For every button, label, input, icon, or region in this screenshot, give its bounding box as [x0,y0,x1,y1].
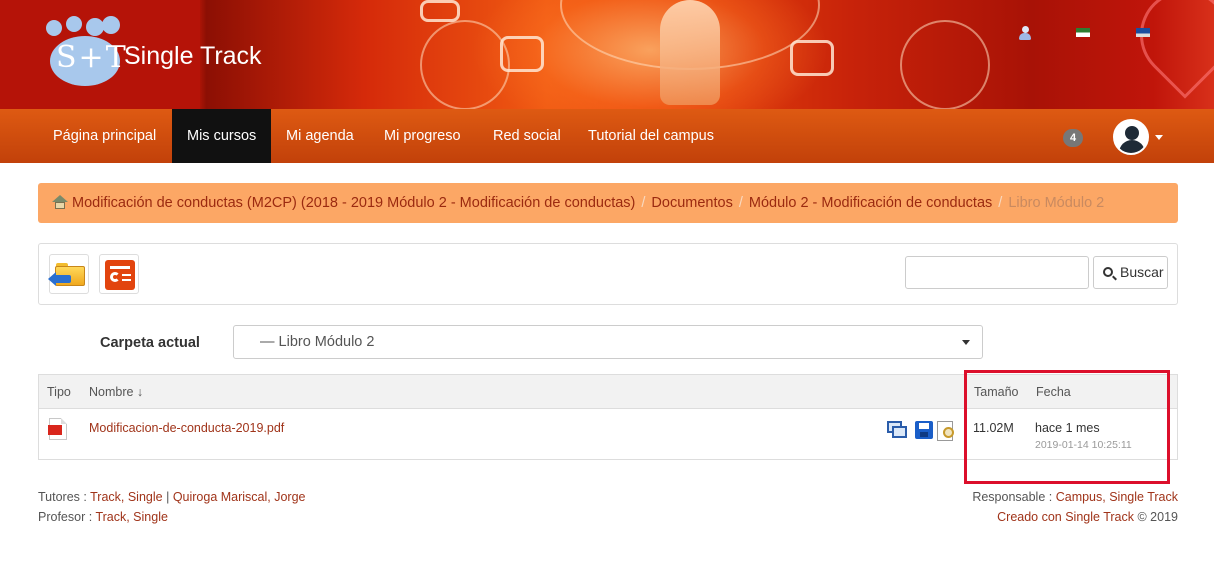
documents-toolbar: Buscar [38,243,1178,305]
responsible-label: Responsable : [972,490,1053,504]
arrow-left-icon [48,272,56,286]
folder-up-button[interactable] [48,254,89,294]
view-icon[interactable] [887,421,907,439]
footer-tutors: Tutores : Track, Single | Quiroga Marisc… [38,490,306,504]
footer-credits: Creado con Single Track © 2019 [997,510,1178,524]
user-icon-head [1022,26,1029,33]
user-icon[interactable] [1018,26,1032,40]
column-type[interactable]: Tipo [47,375,71,409]
highlight-box [964,370,1170,484]
device-icon [790,40,834,76]
slideshow-icon-line [122,279,131,281]
breadcrumb-separator: / [998,195,1003,211]
search-button-label: Buscar [1120,264,1164,280]
professor-label: Profesor : [38,510,93,524]
chevron-down-icon [962,340,970,345]
copyright: © 2019 [1137,510,1179,524]
save-icon[interactable] [915,421,935,439]
logo-text: S+T [56,40,128,75]
slideshow-button[interactable] [99,254,139,294]
footer-professor: Profesor : Track, Single [38,510,168,524]
professor-link[interactable]: Track, Single [95,510,167,524]
language-flag-icon[interactable] [1076,28,1090,37]
logo-bubble [66,16,82,32]
banner-ring [900,20,990,109]
logo-bubble [102,16,120,34]
breadcrumb-course[interactable]: Modificación de conductas (M2CP) (2018 -… [72,195,635,211]
language-flag-icon[interactable] [1136,28,1150,37]
slideshow-icon-line [122,274,131,276]
nav-campus-tutorial[interactable]: Tutorial del campus [573,109,729,163]
chevron-down-icon[interactable] [1155,135,1163,140]
search-button[interactable]: Buscar [1093,256,1168,289]
tutors-label: Tutores : [38,490,87,504]
breadcrumb-module[interactable]: Módulo 2 - Modificación de conductas [749,195,992,211]
device-icon [500,36,544,72]
avatar-head [1125,126,1139,140]
breadcrumb: Modificación de conductas (M2CP) (2018 -… [38,183,1178,223]
tutor-separator: | [166,490,170,504]
hand-graphic [660,0,720,105]
nav-social-network[interactable]: Red social [478,109,576,163]
responsible-link[interactable]: Campus, Single Track [1056,490,1178,504]
breadcrumb-separator: / [641,195,646,211]
breadcrumb-separator: / [738,195,743,211]
column-name[interactable]: Nombre ↓ [89,375,143,409]
logo-bubble [46,20,62,36]
brand-name[interactable]: Single Track [124,42,262,71]
home-icon[interactable] [52,195,68,209]
created-with-link[interactable]: Creado con Single Track [997,510,1134,524]
avatar[interactable] [1113,119,1149,155]
current-folder-label: Carpeta actual [100,335,200,351]
nav-my-courses[interactable]: Mis cursos [172,109,272,163]
avatar-body [1119,140,1145,153]
nav-my-progress[interactable]: Mi progreso [369,109,476,163]
banner-ring [420,20,510,109]
logo[interactable]: S+T [42,16,126,88]
user-icon-body [1019,33,1031,40]
search-input[interactable] [905,256,1089,289]
breadcrumb-current: Libro Módulo 2 [1008,195,1105,211]
tutor-link[interactable]: Track, Single [90,490,162,504]
file-link[interactable]: Modificacion-de-conducta-2019.pdf [89,421,284,435]
heart-graphic [1121,0,1214,99]
nav-my-agenda[interactable]: Mi agenda [271,109,369,163]
notifications-badge[interactable]: 4 [1063,129,1083,147]
search-icon [1103,267,1113,277]
slideshow-icon-circle [110,272,120,282]
device-icon [420,0,460,22]
footer-responsible: Responsable : Campus, Single Track [972,490,1178,504]
preview-icon[interactable] [937,421,957,441]
breadcrumb-documents[interactable]: Documentos [651,195,732,211]
nav-home[interactable]: Página principal [38,109,171,163]
current-folder-select[interactable]: — Libro Módulo 2 [233,325,983,359]
slideshow-icon-line [110,266,130,269]
current-folder-value: — Libro Módulo 2 [260,334,375,350]
tutor-link[interactable]: Quiroga Mariscal, Jorge [173,490,306,504]
pdf-icon [48,418,67,440]
main-navbar: Página principal Mis cursos Mi agenda Mi… [0,109,1214,163]
